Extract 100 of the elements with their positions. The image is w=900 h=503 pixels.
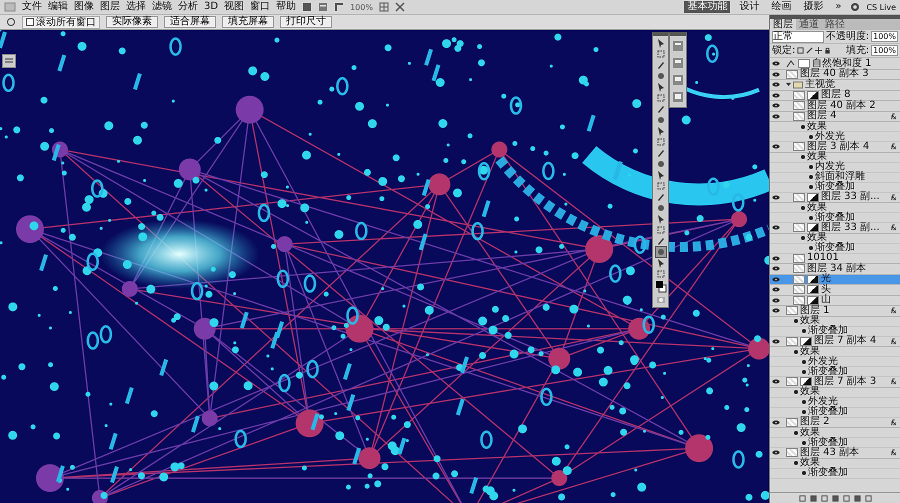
workspace-button[interactable]: 绘画: [768, 1, 794, 13]
dot-icon[interactable]: [809, 175, 813, 179]
dot-icon[interactable]: [794, 461, 798, 465]
collapsed-panel-icon[interactable]: [2, 54, 16, 68]
layer-name: 山: [821, 295, 832, 306]
option-button[interactable]: 填充屏幕: [222, 16, 274, 28]
dot-icon[interactable]: [801, 206, 805, 210]
dot-icon[interactable]: [802, 410, 806, 414]
layer-row[interactable]: 图层 40 副本 2: [770, 101, 900, 112]
dot-icon[interactable]: [801, 124, 805, 128]
color-swatches-icon[interactable]: [654, 280, 666, 294]
eye-icon[interactable]: [772, 287, 780, 292]
dot-icon[interactable]: [794, 390, 798, 394]
panel-icon[interactable]: [672, 40, 684, 52]
layer-row[interactable]: 光: [770, 274, 900, 285]
eye-icon[interactable]: [772, 266, 780, 272]
dot-icon[interactable]: [794, 430, 798, 434]
menu-item[interactable]: 滤镜: [152, 1, 172, 13]
panel-icon[interactable]: [672, 91, 684, 103]
eye-icon[interactable]: [772, 298, 780, 303]
layer-name: 图层 7 副本 4: [814, 336, 878, 346]
layer-row[interactable]: 山: [770, 296, 900, 306]
lock-icon[interactable]: [824, 47, 832, 54]
workspace-button[interactable]: 设计: [736, 1, 762, 13]
scroll-all-windows-checkbox[interactable]: 滚动所有窗口: [22, 16, 100, 28]
dot-icon[interactable]: [802, 360, 806, 364]
eye-icon[interactable]: [772, 144, 780, 150]
dot-icon[interactable]: [801, 155, 805, 159]
dot-icon[interactable]: [802, 440, 806, 444]
layer-row[interactable]: 自然饱和度 1: [770, 59, 900, 70]
blend-mode-dropdown[interactable]: 正常: [772, 30, 824, 42]
eye-icon[interactable]: [772, 82, 780, 88]
layer-row[interactable]: 图层 8: [770, 90, 900, 101]
panel-tab[interactable]: 路径: [822, 19, 848, 30]
dot-icon[interactable]: [801, 236, 805, 240]
menu-item[interactable]: 选择: [126, 1, 146, 13]
cs-live-button[interactable]: CS Live: [866, 2, 896, 12]
layer-row[interactable]: 图层 2: [770, 418, 900, 428]
layer-row[interactable]: 头: [770, 285, 900, 296]
eye-icon[interactable]: [772, 194, 780, 200]
layer-row[interactable]: 图层 40 副本 3: [770, 70, 900, 80]
eye-icon[interactable]: [772, 338, 780, 344]
eye-icon[interactable]: [772, 450, 780, 456]
menu-item[interactable]: 文件: [22, 1, 42, 13]
dot-icon[interactable]: [802, 471, 806, 475]
layer-row[interactable]: 图层 33 副...: [770, 192, 900, 203]
zoom-level[interactable]: 100%: [350, 2, 373, 12]
menu-item[interactable]: 分析: [178, 1, 198, 13]
menu-item[interactable]: 窗口: [250, 1, 270, 13]
opacity-field[interactable]: 100%: [871, 31, 898, 42]
eye-icon[interactable]: [772, 379, 780, 384]
layer-row[interactable]: 主视觉: [770, 80, 900, 90]
layer-row[interactable]: 图层 4: [770, 112, 900, 122]
layer-name: 图层 2: [800, 417, 831, 428]
option-button[interactable]: 实际像素: [106, 16, 158, 28]
menu-item[interactable]: 图像: [74, 1, 94, 13]
panel-icon[interactable]: [672, 74, 684, 86]
eye-icon[interactable]: [772, 256, 780, 261]
workspace-button[interactable]: 基本功能: [684, 1, 730, 13]
dot-icon[interactable]: [809, 185, 813, 189]
fill-field[interactable]: 100%: [871, 45, 898, 56]
layer-row[interactable]: 图层 1: [770, 306, 900, 316]
eye-icon[interactable]: [772, 103, 780, 108]
option-button[interactable]: 打印尺寸: [280, 16, 332, 28]
dot-icon[interactable]: [802, 329, 806, 333]
layer-row[interactable]: 图层 43 副本: [770, 448, 900, 458]
dot-icon[interactable]: [809, 216, 813, 220]
dot-icon[interactable]: [794, 319, 798, 323]
dot-icon[interactable]: [802, 370, 806, 374]
layer-row[interactable]: 10101: [770, 254, 900, 264]
workspace-button[interactable]: 摄影: [800, 1, 826, 13]
arrange-icon[interactable]: [378, 2, 389, 12]
dot-icon[interactable]: [809, 134, 813, 138]
menu-item[interactable]: 视图: [224, 1, 244, 13]
menu-item[interactable]: 帮助: [276, 1, 296, 13]
eye-icon[interactable]: [772, 114, 780, 119]
panel-tab[interactable]: 通道: [796, 19, 822, 30]
dot-icon[interactable]: [809, 165, 813, 169]
layer-row[interactable]: 图层 3 副本 4: [770, 142, 900, 152]
layer-row[interactable]: 图层 33 副...: [770, 223, 900, 234]
option-button[interactable]: 适合屏幕: [164, 16, 216, 28]
eye-icon[interactable]: [772, 308, 780, 314]
layer-row[interactable]: 图层 7 副本 4: [770, 336, 900, 347]
dot-icon[interactable]: [802, 400, 806, 404]
eye-icon[interactable]: [772, 72, 780, 77]
eye-icon[interactable]: [772, 420, 780, 425]
eye-icon[interactable]: [772, 225, 780, 230]
eye-icon[interactable]: [772, 276, 780, 282]
panel-icon[interactable]: [672, 57, 684, 69]
menu-item[interactable]: 图层: [100, 1, 120, 13]
dot-icon[interactable]: [794, 350, 798, 354]
dot-icon[interactable]: [809, 246, 813, 250]
eye-icon[interactable]: [772, 61, 780, 66]
layer-row[interactable]: 图层 7 副本 3: [770, 377, 900, 388]
panel-tab[interactable]: 图层: [770, 19, 796, 30]
menu-item[interactable]: 编辑: [48, 1, 68, 13]
menu-item[interactable]: 3D: [204, 1, 218, 13]
eye-icon[interactable]: [772, 92, 780, 98]
more-button[interactable]: »: [832, 1, 844, 13]
disclosure-triangle-icon[interactable]: [786, 82, 791, 88]
